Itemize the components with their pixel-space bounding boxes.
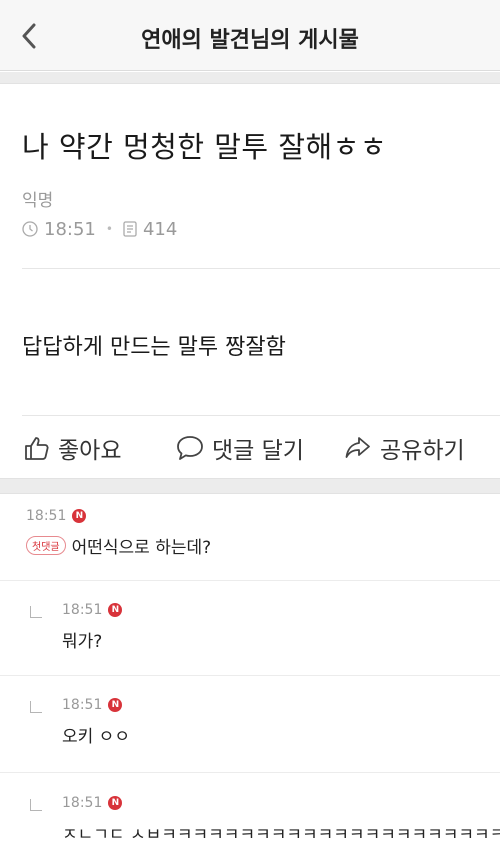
comment-time: 18:51 (62, 602, 103, 618)
comment-divider (0, 772, 500, 773)
reply-arrow-icon (30, 799, 42, 811)
like-label: 좋아요 (58, 438, 122, 464)
top-bar: 연애의 발견님의 게시물 (0, 0, 500, 71)
comment-meta: 18:51 N (26, 508, 211, 524)
thumbs-up-icon (25, 437, 49, 460)
comment-text: ㅈㄴㄱㄷ ㅅㅂㅋㅋㅋㅋㅋㅋㅋㅋㅋㅋㅋㅋㅋㅋㅋㅋㅋㅋㅋㅋㅋㅋㅋ (62, 825, 500, 845)
speech-bubble-icon (177, 436, 203, 460)
comment-text: 어떤식으로 하는데? (71, 538, 212, 558)
header-title: 연애의 발견님의 게시물 (141, 28, 359, 53)
post-title: 나 약간 멍청한 말투 잘해ㅎㅎ (22, 130, 388, 164)
divider (22, 415, 500, 416)
header-separator (0, 72, 500, 84)
first-comment-badge: 첫댓글 (26, 536, 66, 555)
comment-label: 댓글 달기 (212, 438, 304, 464)
post-time: 18:51 (44, 218, 96, 240)
comment-text: 뭐가? (62, 632, 103, 652)
post-body: 답답하게 만드는 말투 짱잘함 (22, 335, 286, 360)
comment-time: 18:51 (62, 795, 103, 811)
new-badge: N (72, 509, 87, 523)
comment-text: 오키 ㅇㅇ (62, 727, 130, 747)
comment-content: 첫댓글 어떤식으로 하는데? (26, 533, 211, 558)
comment-meta: 18:51 N (62, 795, 500, 811)
post-author: 익명 (22, 191, 54, 211)
like-button[interactable]: 좋아요 (24, 431, 121, 465)
post-views: 414 (142, 218, 178, 240)
comment-time: 18:51 (62, 697, 103, 713)
comment-divider (0, 580, 500, 581)
reply-arrow-icon (30, 606, 42, 618)
comment-time: 18:51 (26, 508, 67, 524)
share-label: 공유하기 (380, 438, 465, 464)
share-button[interactable]: 공유하기 (344, 431, 465, 465)
comment-meta: 18:51 N (62, 697, 130, 713)
meta-separator: • (105, 222, 113, 236)
share-arrow-icon (345, 437, 370, 458)
actions-separator (0, 478, 500, 494)
new-badge: N (108, 698, 123, 712)
new-badge: N (108, 603, 123, 617)
reply-arrow-icon (30, 701, 42, 713)
document-icon (123, 221, 137, 237)
post-actions: 좋아요 댓글 달기 공유하기 (0, 424, 500, 472)
comment-button[interactable]: 댓글 달기 (176, 431, 304, 465)
clock-icon (22, 221, 38, 237)
post-meta: 18:51 • 414 (22, 217, 177, 241)
comment-divider (0, 675, 500, 676)
comment-meta: 18:51 N (62, 602, 123, 618)
new-badge: N (108, 796, 123, 810)
divider (22, 268, 500, 269)
